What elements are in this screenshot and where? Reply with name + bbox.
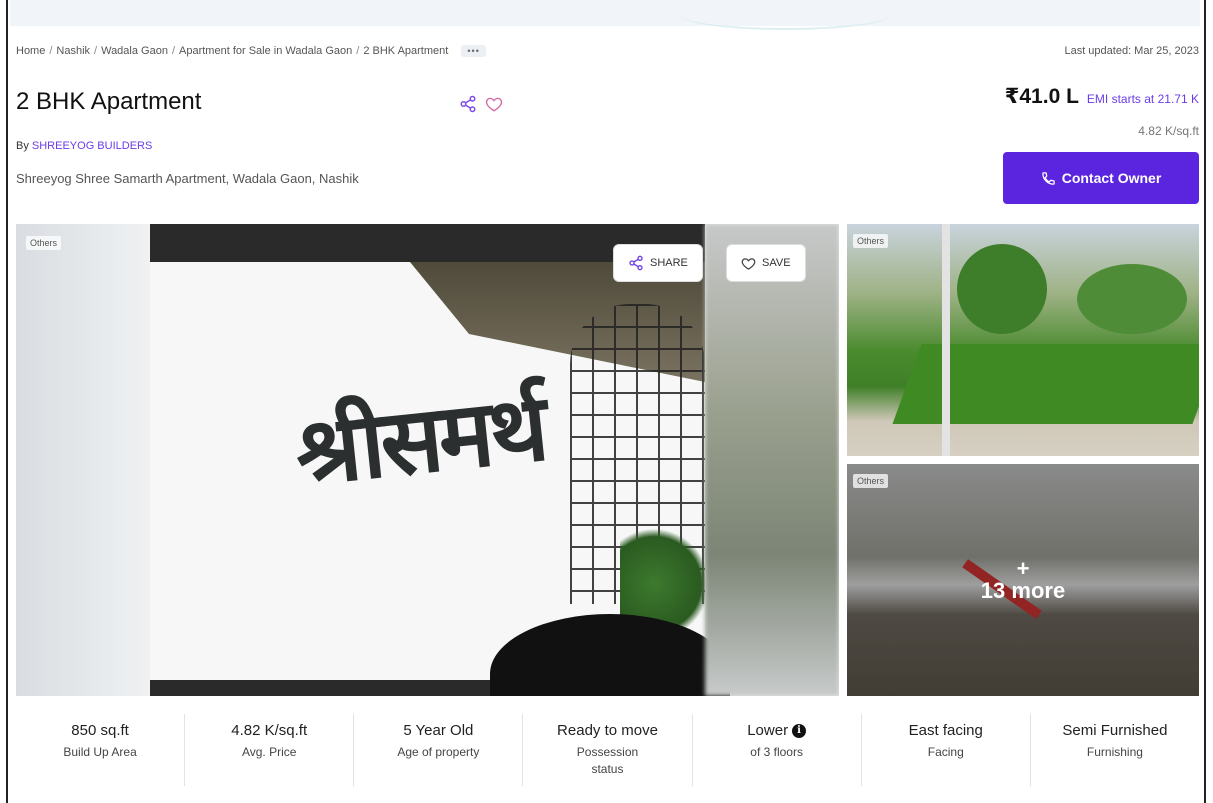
contact-owner-button[interactable]: Contact Owner <box>1003 152 1199 204</box>
builder-link[interactable]: SHREEYOG BUILDERS <box>32 140 152 152</box>
main-photo-image: श्रीसमर्थ <box>150 224 730 696</box>
breadcrumb-city[interactable]: Nashik <box>56 45 90 57</box>
breadcrumb-locality[interactable]: Wadala Gaon <box>101 45 168 57</box>
builder-line: By SHREEYOG BUILDERS <box>16 140 152 152</box>
stat-value: East facing <box>908 722 983 739</box>
lawn-graphic <box>892 344 1199 424</box>
stat-label: Facing <box>927 745 964 759</box>
more-photos-label: 13 more <box>980 578 1066 603</box>
price: ₹41.0 L <box>1004 85 1079 108</box>
stat-furnishing: Semi Furnished Furnishing <box>1031 714 1199 786</box>
stat-value: 850 sq.ft <box>71 722 129 739</box>
plus-icon: + <box>1016 556 1030 581</box>
stat-floor-value-row: Lower i <box>693 722 861 739</box>
emi-value: 21.71 K <box>1157 92 1199 106</box>
stat-value: 4.82 K/sq.ft <box>231 722 308 739</box>
tree-graphic <box>957 244 1047 334</box>
stat-age: 5 Year Old Age of property <box>354 714 524 786</box>
page-title: 2 BHK Apartment <box>16 88 202 115</box>
photo-tag: Others <box>853 474 889 488</box>
stat-value: Semi Furnished <box>1062 722 1168 739</box>
save-label: SAVE <box>762 257 791 269</box>
stat-build-up-area: 850 sq.ft Build Up Area <box>16 714 186 786</box>
share-label: SHARE <box>650 257 688 269</box>
share-icon[interactable] <box>459 95 477 113</box>
stat-avg-price: 4.82 K/sq.ft Avg. Price <box>185 714 355 786</box>
building-sign: श्रीसमर्थ <box>290 374 550 507</box>
emi-label: EMI starts at <box>1086 92 1155 106</box>
pole-graphic <box>942 224 950 456</box>
photo-tag: Others <box>853 234 889 248</box>
phone-icon <box>1041 171 1055 185</box>
stat-value: Ready to move <box>557 722 658 739</box>
share-icon <box>629 255 643 271</box>
by-label: By <box>16 140 29 152</box>
stat-value: Lower <box>747 722 789 739</box>
save-button[interactable]: SAVE <box>726 244 806 282</box>
stat-floor: Lower i of 3 floors <box>693 714 862 786</box>
property-stats: 850 sq.ft Build Up Area 4.82 K/sq.ft Avg… <box>16 714 1199 786</box>
stat-label: Furnishing <box>1086 745 1143 759</box>
tree-graphic <box>1077 264 1187 334</box>
breadcrumb-home[interactable]: Home <box>16 45 45 57</box>
stat-label: Possession status <box>576 745 639 776</box>
main-photo[interactable]: श्रीसमर्थ Others SHARE SAVE <box>16 224 839 696</box>
share-button[interactable]: SHARE <box>613 244 703 282</box>
top-strip <box>10 0 1200 26</box>
top-decoration <box>680 0 890 30</box>
price-row: ₹41.0 L EMI starts at 21.71 K <box>1005 84 1199 109</box>
main-photo-blur-left <box>16 224 150 696</box>
main-photo-blur-right <box>705 224 839 696</box>
emi-link[interactable]: EMI starts at 21.71 K <box>1087 92 1199 106</box>
side-photo-playground[interactable]: Others + 13 more <box>847 464 1199 696</box>
breadcrumb-category[interactable]: Apartment for Sale in Wadala Gaon <box>179 45 352 57</box>
stat-possession: Ready to move Possession status <box>523 714 693 786</box>
contact-owner-label: Contact Owner <box>1061 170 1162 186</box>
stat-label: Avg. Price <box>241 745 297 759</box>
heart-icon <box>741 257 756 270</box>
last-updated: Last updated: Mar 25, 2023 <box>1064 45 1199 57</box>
heart-icon[interactable] <box>485 95 503 113</box>
more-photos-button[interactable]: + 13 more <box>847 558 1199 602</box>
stat-label: Age of property <box>397 745 480 759</box>
breadcrumb: Home / Nashik / Wadala Gaon / Apartment for Sa… <box>16 45 486 58</box>
property-address: Shreeyog Shree Samarth Apartment, Wadala… <box>16 171 359 186</box>
side-photo-garden[interactable]: Others <box>847 224 1199 456</box>
price-per-sqft: 4.82 K/sq.ft <box>1138 124 1199 138</box>
stat-label: of 3 floors <box>750 745 803 759</box>
stat-facing: East facing Facing <box>862 714 1031 786</box>
breadcrumb-more-button[interactable]: ••• <box>461 45 486 58</box>
photo-tag: Others <box>26 236 62 250</box>
info-icon[interactable]: i <box>792 724 807 738</box>
breadcrumb-current: 2 BHK Apartment <box>363 45 449 57</box>
stat-label: Build Up Area <box>63 745 137 759</box>
stat-value: 5 Year Old <box>403 722 474 739</box>
